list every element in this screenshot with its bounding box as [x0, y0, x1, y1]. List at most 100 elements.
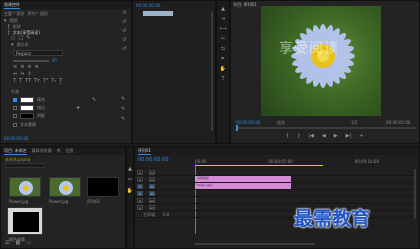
timeline-clip-video[interactable]: flower.jpg: [195, 183, 291, 189]
fit-select[interactable]: 适合: [277, 120, 285, 126]
mini-clip-bar[interactable]: [143, 11, 173, 16]
stroke-row[interactable]: 描边 +: [13, 105, 80, 111]
selection-tool-icon[interactable]: ▲: [221, 7, 225, 12]
rect-tool-icon[interactable]: □: [18, 36, 23, 41]
track-row[interactable]: A A1: [135, 190, 419, 197]
track-label[interactable]: V2: [149, 177, 155, 182]
slip-tool-icon[interactable]: ⇆: [221, 47, 225, 52]
hand-tool-icon[interactable]: ✋: [220, 67, 226, 72]
leading-icon[interactable]: ↕: [27, 72, 31, 77]
track-row[interactable]: ⊡ V3: [135, 169, 419, 176]
add-button-icon[interactable]: +: [359, 134, 363, 139]
eyedropper-icon[interactable]: ✎: [121, 117, 127, 122]
program-timecode[interactable]: 00:00:00:00: [236, 120, 260, 125]
justify-icon[interactable]: ≡: [35, 65, 39, 70]
allcaps-icon[interactable]: TT: [25, 79, 31, 84]
mini-timecode[interactable]: 00:00:00:00: [136, 3, 160, 8]
new-bin-icon[interactable]: ▭: [26, 241, 31, 246]
superscript-icon[interactable]: T¹: [43, 79, 48, 84]
fill-color-swatch[interactable]: [20, 97, 34, 103]
eyedropper-icon[interactable]: ✎: [121, 97, 127, 102]
list-view-icon[interactable]: ☰: [5, 241, 9, 246]
project-item-thumbnail[interactable]: [49, 177, 81, 197]
timeline-ruler[interactable]: 00:00 00:00:05:00 00:00:10:00: [195, 159, 419, 164]
vertical-scrollbar[interactable]: [211, 11, 213, 131]
pen-tool-icon[interactable]: ✒: [221, 57, 225, 62]
align-center-icon[interactable]: ≡: [20, 65, 24, 70]
mark-in-icon[interactable]: {: [286, 134, 289, 139]
reset-icon[interactable]: ↺: [122, 20, 128, 25]
track-label[interactable]: A1: [149, 191, 155, 196]
sequence-label[interactable]: 序列 * 图形: [28, 11, 49, 17]
align-left-icon[interactable]: ≡: [13, 65, 17, 70]
timeline-clip-title[interactable]: 享受阅读: [195, 176, 291, 182]
underline-icon[interactable]: T̲: [59, 79, 62, 84]
tab-effect-controls[interactable]: 效果控件: [4, 2, 20, 9]
ripple-edit-icon[interactable]: ⟷: [219, 27, 226, 32]
fill-checkbox[interactable]: [13, 98, 17, 102]
resolution-select[interactable]: 1/2: [351, 120, 357, 125]
go-to-in-icon[interactable]: |◀: [308, 134, 314, 139]
stroke-color-swatch[interactable]: [20, 105, 34, 111]
razor-tool-icon[interactable]: ✂: [221, 37, 225, 42]
tab-media-browser[interactable]: 媒体浏览器: [32, 148, 52, 154]
text-mask-row[interactable]: 文本蒙版: [13, 122, 36, 128]
fill-row[interactable]: 填充 ✎: [13, 97, 96, 103]
smallcaps-icon[interactable]: Tᴛ: [34, 79, 40, 84]
ellipse-tool-icon[interactable]: ○: [11, 36, 15, 41]
master-volume-value[interactable]: 0.0: [163, 212, 169, 217]
track-label[interactable]: A2: [149, 198, 155, 203]
tab-project[interactable]: 项目: 未命名: [4, 148, 27, 155]
text-mask-checkbox[interactable]: [13, 123, 17, 127]
bold-icon[interactable]: T: [13, 79, 16, 84]
font-size-value[interactable]: 95: [52, 58, 57, 63]
mark-out-icon[interactable]: }: [297, 134, 300, 139]
chevron-down-icon[interactable]: ▾: [4, 18, 7, 24]
timeline-timecode[interactable]: 00:00:00:00: [138, 157, 169, 163]
track-target-icon[interactable]: A: [137, 191, 143, 196]
align-right-icon[interactable]: ≡: [27, 65, 31, 70]
shadow-color-swatch[interactable]: [20, 113, 34, 119]
reset-icon[interactable]: ↺: [122, 29, 128, 34]
track-target-icon[interactable]: V: [137, 184, 143, 189]
font-size-slider[interactable]: [13, 59, 49, 62]
type-tool-icon[interactable]: T: [221, 77, 224, 82]
track-label[interactable]: V1: [149, 184, 155, 189]
track-row[interactable]: ⊡ A3: [135, 204, 419, 211]
ec-timecode[interactable]: 00:00:00:00: [4, 136, 28, 141]
track-label[interactable]: V3: [149, 170, 155, 175]
eyedropper-icon[interactable]: ✎: [121, 107, 127, 112]
font-row[interactable]: Regular: [13, 50, 63, 56]
timeline-vertical-scrollbar[interactable]: [414, 169, 416, 219]
project-search-input[interactable]: [5, 163, 45, 168]
work-area-bar[interactable]: [195, 165, 323, 166]
track-row[interactable]: ⊡ V2 享受阅读: [135, 176, 419, 183]
selection-tool-icon[interactable]: ▲: [128, 167, 132, 172]
italic-icon[interactable]: T: [19, 79, 22, 84]
tab-sequence[interactable]: 序列01: [138, 148, 152, 155]
timeline-horizontal-scrollbar[interactable]: [195, 243, 315, 245]
go-to-out-icon[interactable]: ▶|: [346, 134, 352, 139]
tab-info[interactable]: 信息: [66, 148, 74, 154]
track-row[interactable]: 主声道 0.0: [135, 211, 419, 218]
program-title[interactable]: 节目: 序列01: [233, 2, 257, 8]
eyedropper-icon[interactable]: ✎: [92, 97, 96, 103]
source-text-row[interactable]: ▾ 源文本: [11, 42, 29, 48]
play-icon[interactable]: ▶: [334, 134, 338, 139]
track-row[interactable]: ⊡ A2: [135, 197, 419, 204]
track-row[interactable]: V V1 flower.jpg: [135, 183, 419, 190]
program-video-frame[interactable]: 享受阅读: [261, 6, 381, 116]
project-item-thumbnail[interactable]: [7, 207, 43, 235]
stroke-checkbox[interactable]: [13, 106, 17, 110]
shadow-checkbox[interactable]: [13, 114, 17, 118]
title-overlay-text[interactable]: 享受阅读: [279, 38, 339, 58]
font-family-select[interactable]: Regular: [13, 50, 63, 56]
kerning-icon[interactable]: ↔: [20, 72, 24, 77]
chevron-down-icon[interactable]: ▾: [11, 42, 14, 48]
hand-tool-icon[interactable]: ✋: [127, 189, 133, 194]
tab-libraries[interactable]: 库: [57, 148, 61, 154]
program-playhead[interactable]: [236, 125, 238, 131]
reset-icon[interactable]: ↺: [122, 38, 128, 43]
subscript-icon[interactable]: T₁: [51, 79, 56, 84]
track-lock-icon[interactable]: ⊡: [137, 177, 143, 182]
